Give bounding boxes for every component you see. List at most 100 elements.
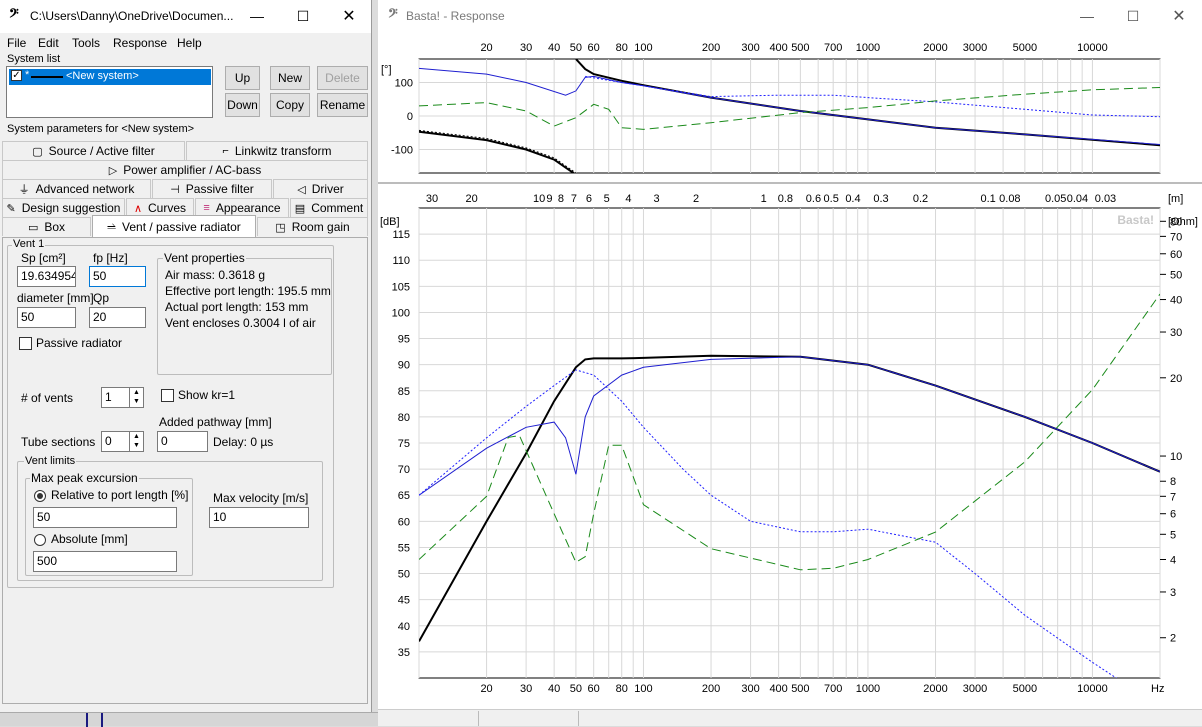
magnitude-x-tick-label: 5000 <box>1013 683 1037 695</box>
added-pathway-input[interactable]: 0 <box>157 431 208 452</box>
magnitude-x-tick-label: 100 <box>634 683 652 695</box>
tab-label: Design suggestion <box>21 201 121 215</box>
close-button[interactable]: ✕ <box>326 0 372 33</box>
air-mass-text: Air mass: 0.3618 g <box>165 268 266 282</box>
tab-label: Room gain <box>291 220 350 234</box>
phase-x-tick-label: 2000 <box>923 42 947 54</box>
num-vents-input[interactable]: 1 <box>101 387 130 408</box>
minimize-button[interactable]: — <box>1064 0 1110 33</box>
show-kr-label: Show kr=1 <box>178 388 236 402</box>
system-checkbox[interactable]: ✓ <box>11 70 22 81</box>
system-list-item[interactable]: ✓ * <New system> <box>9 69 211 85</box>
wavelength-tick-label: 2 <box>693 193 699 205</box>
wavelength-tick-label: 4 <box>625 193 631 205</box>
modified-marker: * <box>25 69 30 81</box>
fp-label: fp [Hz] <box>93 251 128 265</box>
qp-input[interactable]: 20 <box>89 307 146 328</box>
magnitude-x-tick-label: 30 <box>520 683 532 695</box>
delete-button[interactable]: Delete <box>317 66 368 90</box>
magnitude-x-tick-label: 400 <box>769 683 787 695</box>
menu-response[interactable]: Response <box>113 36 167 50</box>
wavelength-tick-label: 1 <box>761 193 767 205</box>
magnitude-y-tick-label: 65 <box>398 490 410 502</box>
tab-linkwitz-transform[interactable]: ⌐ Linkwitz transform <box>186 141 368 160</box>
fp-input[interactable]: 50 <box>89 266 146 287</box>
impedance-tick-label: 60 <box>1170 249 1182 261</box>
impedance-tick-label: 6 <box>1170 509 1176 521</box>
phase-x-tick-label: 1000 <box>856 42 880 54</box>
diameter-label: diameter [mm] <box>17 291 94 305</box>
magnitude-x-tick-label: 1000 <box>856 683 880 695</box>
effective-port-length-text: Effective port length: 195.5 mm <box>165 284 331 298</box>
up-button[interactable]: Up <box>225 66 260 90</box>
tab-source-active-filter[interactable]: ▢ Source / Active filter <box>2 141 185 160</box>
tab-power-amplifier[interactable]: ▷ Power amplifier / AC-bass <box>2 160 368 179</box>
basta-main-window: 𝄢 C:\Users\Danny\OneDrive\Documen... — ☐… <box>0 0 372 712</box>
phase-x-tick-label: 30 <box>520 42 532 54</box>
impedance-tick-label: 20 <box>1170 373 1182 385</box>
num-vents-spinner[interactable]: ▲ ▼ <box>130 387 144 408</box>
close-button[interactable]: ✕ <box>1156 0 1202 33</box>
show-kr-checkbox[interactable] <box>161 389 174 402</box>
vent-icon: ⥬ <box>107 220 117 233</box>
impedance-tick-label: 8 <box>1170 476 1176 488</box>
menu-help[interactable]: Help <box>177 36 202 50</box>
menu-tools[interactable]: Tools <box>72 36 100 50</box>
tab-label: Driver <box>311 182 344 196</box>
copy-button[interactable]: Copy <box>270 93 310 117</box>
tab-label: Advanced network <box>35 182 135 196</box>
tab-room-gain[interactable]: ◳ Room gain <box>257 217 368 236</box>
menu-edit[interactable]: Edit <box>38 36 59 50</box>
magnitude-y-tick-label: 35 <box>398 647 410 659</box>
wavelength-tick-label: 0.2 <box>913 193 928 205</box>
max-velocity-input[interactable]: 10 <box>209 507 309 528</box>
wavelength-tick-label: 8 <box>558 193 564 205</box>
tab-vent-passive-radiator[interactable]: ⥬ Vent / passive radiator <box>92 215 256 238</box>
absolute-radio[interactable] <box>34 534 46 546</box>
new-button[interactable]: New <box>270 66 310 90</box>
menu-file[interactable]: File <box>7 36 26 50</box>
tab-comment[interactable]: ▤ Comment <box>290 198 368 217</box>
wavelength-tick-label: 20 <box>465 193 477 205</box>
menu-bar: File Edit Tools Response Help <box>0 33 372 53</box>
tube-sections-spinner[interactable]: ▲ ▼ <box>130 431 144 452</box>
tube-sections-label: Tube sections <box>21 435 96 449</box>
passive-radiator-checkbox[interactable] <box>19 337 32 350</box>
tab-box[interactable]: ▭ Box <box>2 217 91 236</box>
background-strip <box>0 712 378 727</box>
relative-radio[interactable] <box>34 490 46 502</box>
system-params-label: System parameters for <New system> <box>7 123 195 135</box>
divider <box>101 713 103 727</box>
divider <box>86 713 88 727</box>
vent-properties-label: Vent properties <box>163 251 246 265</box>
wavelength-tick-label: 0.1 <box>980 193 995 205</box>
rename-button[interactable]: Rename <box>317 93 368 117</box>
magnitude-y-tick-label: 40 <box>398 621 410 633</box>
tab-driver[interactable]: ◁ Driver <box>273 179 368 198</box>
tube-sections-input[interactable]: 0 <box>101 431 130 452</box>
phase-x-tick-label: 200 <box>702 42 720 54</box>
system-list[interactable]: ✓ * <New system> <box>6 66 213 118</box>
vent-encloses-text: Vent encloses 0.3004 l of air <box>165 316 316 330</box>
wavelength-tick-label: 7 <box>571 193 577 205</box>
diameter-input[interactable]: 50 <box>17 307 76 328</box>
tab-advanced-network[interactable]: ⏚ Advanced network <box>2 179 151 198</box>
response-charts: 1000-10020 30 40 50 60 80 100 200 300 400 500 700 10… <box>378 42 1202 695</box>
magnitude-x-tick-label: 700 <box>824 683 842 695</box>
phase-y-label: [°] <box>381 64 392 76</box>
maximize-button[interactable]: ☐ <box>280 0 326 33</box>
tab-passive-filter[interactable]: ⊣ Passive filter <box>152 179 272 198</box>
absolute-input[interactable]: 500 <box>33 551 177 572</box>
phase-y-tick-label: 100 <box>395 77 413 89</box>
response-window-title: Basta! - Response <box>406 9 505 23</box>
minimize-button[interactable]: — <box>234 0 280 33</box>
relative-input[interactable]: 50 <box>33 507 177 528</box>
tab-label: Box <box>44 220 66 234</box>
sp-input[interactable]: 19.634954 <box>17 266 76 287</box>
impedance-tick-label: 3 <box>1170 587 1176 599</box>
maximize-button[interactable]: ☐ <box>1110 0 1156 33</box>
down-button[interactable]: Down <box>225 93 260 117</box>
wavelength-tick-label: 6 <box>586 193 592 205</box>
response-title-bar: 𝄢 Basta! - Response — ☐ ✕ <box>378 0 1202 33</box>
box-icon: ▭ <box>27 221 39 234</box>
